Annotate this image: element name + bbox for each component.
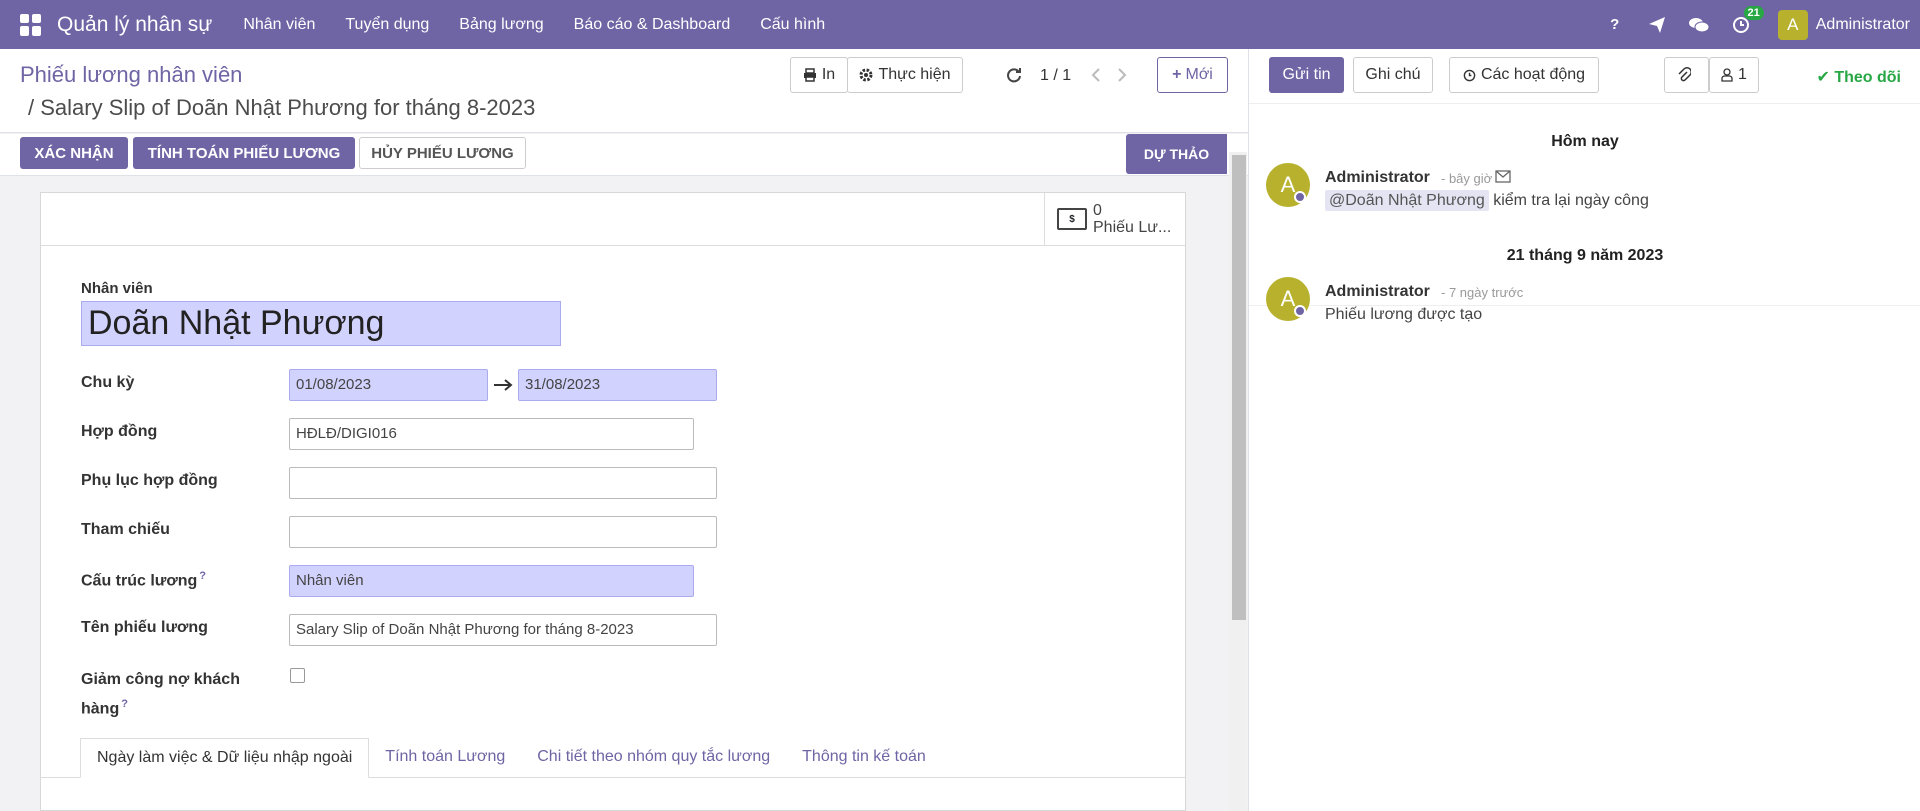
print-icon: [803, 68, 816, 82]
user-icon: [1721, 68, 1733, 82]
send-paper-plane-icon[interactable]: [1646, 14, 1668, 36]
new-label: Mới: [1185, 66, 1213, 83]
chatter-separator: [1249, 103, 1920, 104]
reference-label: Tham chiếu: [81, 521, 170, 538]
payslip-count-label: Phiếu Lư...: [1093, 219, 1172, 236]
apps-menu-icon[interactable]: [20, 13, 42, 36]
contract-field[interactable]: HĐLĐ/DIGI016: [289, 418, 694, 450]
send-message-button[interactable]: Gửi tin: [1269, 57, 1344, 93]
message-body: Phiếu lương được tạo: [1325, 306, 1483, 323]
followers-button[interactable]: 1: [1709, 57, 1759, 93]
help-tooltip-icon[interactable]: ?: [121, 698, 128, 710]
employee-name-field[interactable]: Doãn Nhật Phương: [81, 301, 561, 346]
chatter-topbar: Gửi tin Ghi chú Các hoạt động 1 ✔ Theo d…: [1249, 49, 1920, 103]
tab-rule-details[interactable]: Chi tiết theo nhóm quy tắc lương: [521, 738, 786, 778]
pager-next-icon[interactable]: [1116, 67, 1128, 83]
reference-field[interactable]: [289, 516, 717, 548]
activities-label: Các hoạt động: [1480, 66, 1586, 83]
salary-structure-label: Cấu trúc lương?: [81, 570, 207, 590]
pager-value[interactable]: 1 / 1: [1040, 67, 1071, 85]
help-icon[interactable]: ?: [1604, 14, 1626, 36]
pager-prev-icon[interactable]: [1090, 67, 1102, 83]
salary-structure-field[interactable]: Nhân viên: [289, 565, 694, 597]
mention-link[interactable]: @Doãn Nhật Phương: [1325, 190, 1489, 211]
main-menu: Nhân viên Tuyển dụng Bảng lương Báo cáo …: [228, 16, 840, 34]
menu-item-config[interactable]: Cấu hình: [760, 16, 825, 34]
clock-icon: [1463, 69, 1476, 81]
status-stage-draft[interactable]: DỰ THẢO: [1126, 134, 1227, 174]
top-navbar: Quản lý nhân sự Nhân viên Tuyển dụng Bản…: [0, 0, 1920, 49]
date-from-field[interactable]: 01/08/2023: [289, 369, 488, 401]
followers-count: 1: [1738, 66, 1747, 83]
control-panel: Phiếu lương nhân viên / Salary Slip of D…: [0, 49, 1248, 133]
payslip-name-field[interactable]: Salary Slip of Doãn Nhật Phương for thán…: [289, 614, 717, 646]
message-text: kiểm tra lại ngày công: [1493, 192, 1649, 209]
arrow-right-icon: [494, 379, 513, 391]
activity-count-badge: 21: [1743, 5, 1764, 20]
presence-indicator: [1294, 191, 1306, 203]
gear-icon: [859, 68, 873, 82]
envelope-icon[interactable]: [1495, 170, 1511, 183]
smart-button-box: $ 0 Phiếu Lư...: [41, 193, 1185, 246]
message-date: - bây giờ: [1441, 171, 1493, 186]
menu-item-payroll[interactable]: Bảng lương: [459, 16, 543, 34]
chat-bubbles-icon[interactable]: [1688, 14, 1710, 36]
cancel-payslip-button[interactable]: HỦY PHIẾU LƯƠNG: [359, 137, 526, 169]
user-avatar[interactable]: A: [1777, 9, 1808, 40]
new-record-button[interactable]: + Mới: [1157, 57, 1228, 93]
payslip-count-value: 0: [1093, 202, 1102, 219]
confirm-button[interactable]: XÁC NHẬN: [20, 137, 128, 169]
print-label: In: [821, 66, 836, 83]
follow-button[interactable]: ✔ Theo dõi: [1816, 67, 1901, 87]
employee-label: Nhân viên: [81, 280, 153, 297]
activities-button[interactable]: Các hoạt động: [1449, 57, 1599, 93]
form-tabs: Ngày làm việc & Dữ liệu nhập ngoài Tính …: [80, 738, 942, 778]
addendum-label: Phụ lục hợp đồng: [81, 472, 218, 489]
reduce-debt-label: Giảm công nợ khách hàng?: [81, 671, 240, 718]
help-tooltip-icon[interactable]: ?: [199, 570, 206, 582]
reload-icon[interactable]: [1006, 67, 1022, 83]
contract-label: Hợp đồng: [81, 423, 158, 440]
paperclip-icon: [1678, 67, 1691, 82]
presence-indicator: [1294, 305, 1306, 317]
message-body: @Doãn Nhật Phương kiểm tra lại ngày công: [1325, 190, 1649, 211]
log-note-button[interactable]: Ghi chú: [1353, 57, 1433, 93]
action-button[interactable]: Thực hiện: [847, 57, 963, 93]
chatter-panel: Gửi tin Ghi chú Các hoạt động 1 ✔ Theo d…: [1248, 49, 1920, 811]
activity-clock-icon[interactable]: 21: [1730, 5, 1764, 36]
reduce-debt-checkbox[interactable]: [290, 668, 305, 683]
compute-payslip-button[interactable]: TÍNH TOÁN PHIẾU LƯƠNG: [133, 137, 355, 169]
check-icon: ✔: [1816, 69, 1830, 86]
follow-label: Theo dõi: [1834, 69, 1901, 86]
print-button[interactable]: In: [790, 57, 848, 93]
addendum-field[interactable]: [289, 467, 717, 499]
user-name[interactable]: Administrator: [1816, 16, 1910, 34]
menu-item-recruitment[interactable]: Tuyển dụng: [345, 16, 429, 34]
date-to-field[interactable]: 31/08/2023: [518, 369, 717, 401]
message-author[interactable]: Administrator: [1325, 169, 1430, 187]
status-bar: XÁC NHẬN TÍNH TOÁN PHIẾU LƯƠNG HỦY PHIẾU…: [0, 134, 1248, 176]
period-label: Chu kỳ: [81, 374, 135, 391]
day-separator-today: Hôm nay: [1551, 133, 1619, 150]
breadcrumb-current: / Salary Slip of Doãn Nhật Phương for th…: [28, 95, 536, 120]
message-date: - 7 ngày trước: [1441, 285, 1524, 300]
form-scrollbar-thumb[interactable]: [1232, 155, 1246, 620]
plus-icon: +: [1172, 66, 1182, 83]
breadcrumb-parent[interactable]: Phiếu lương nhân viên: [20, 62, 242, 88]
tab-worked-days[interactable]: Ngày làm việc & Dữ liệu nhập ngoài: [80, 738, 370, 778]
menu-item-reports[interactable]: Báo cáo & Dashboard: [574, 16, 731, 34]
money-icon: $: [1057, 208, 1087, 230]
tab-salary-computation[interactable]: Tính toán Lương: [369, 738, 521, 778]
action-label: Thực hiện: [878, 66, 951, 83]
payslip-count-button[interactable]: $ 0 Phiếu Lư...: [1044, 193, 1185, 245]
app-brand[interactable]: Quản lý nhân sự: [57, 13, 212, 37]
message-author[interactable]: Administrator: [1325, 283, 1430, 301]
menu-item-employees[interactable]: Nhân viên: [243, 16, 315, 34]
payslip-name-label: Tên phiếu lương: [81, 619, 208, 636]
day-separator-date: 21 tháng 9 năm 2023: [1506, 247, 1664, 264]
attachment-button[interactable]: [1664, 57, 1709, 93]
tab-accounting[interactable]: Thông tin kế toán: [786, 738, 942, 778]
